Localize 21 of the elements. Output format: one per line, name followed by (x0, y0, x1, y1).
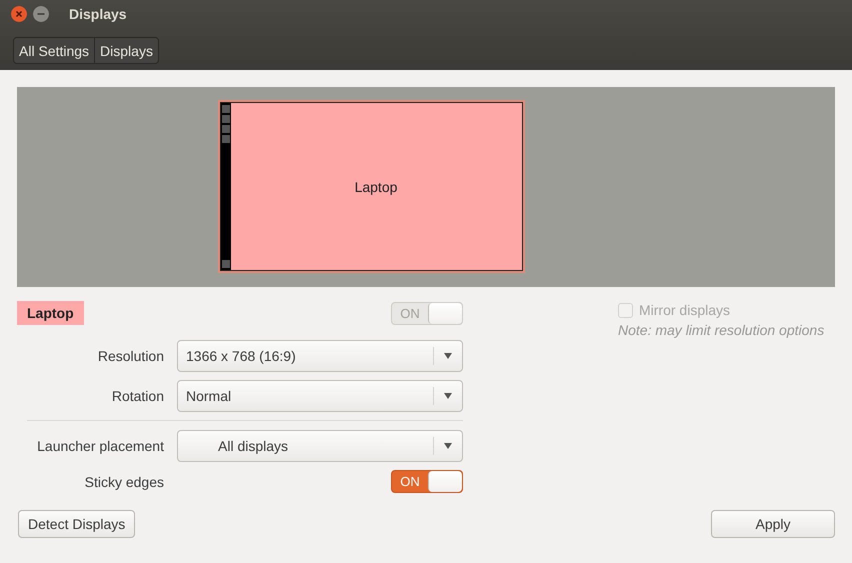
dropdown[interactable]: Normal (177, 380, 463, 412)
setting-label: Launcher placement (36, 438, 164, 454)
setting-label: Resolution (96, 348, 164, 364)
breadcrumb-button[interactable]: All Settings (14, 38, 94, 63)
caret-icon (443, 393, 453, 399)
checkbox-label: Mirror displays (639, 302, 730, 318)
dropdown[interactable]: All displays (177, 430, 463, 462)
minimize-icon[interactable] (33, 6, 49, 22)
caret-icon (443, 353, 453, 359)
display-name: Laptop (17, 301, 84, 325)
breadcrumb-button[interactable]: Displays (94, 38, 158, 63)
setting-label: Rotation (110, 388, 164, 404)
setting-label: Sticky edges (84, 474, 164, 490)
note-text: Note: may limit resolution options (618, 322, 824, 338)
apply-button[interactable]: Apply (711, 510, 835, 538)
window-title: Displays (69, 6, 127, 22)
caret-icon (443, 443, 453, 449)
dropdown[interactable]: 1366 x 768 (16:9) (177, 340, 463, 372)
close-icon[interactable] (11, 6, 27, 22)
monitor-label: Laptop (354, 178, 398, 194)
detect-displays-button[interactable]: Detect Displays (18, 510, 136, 538)
